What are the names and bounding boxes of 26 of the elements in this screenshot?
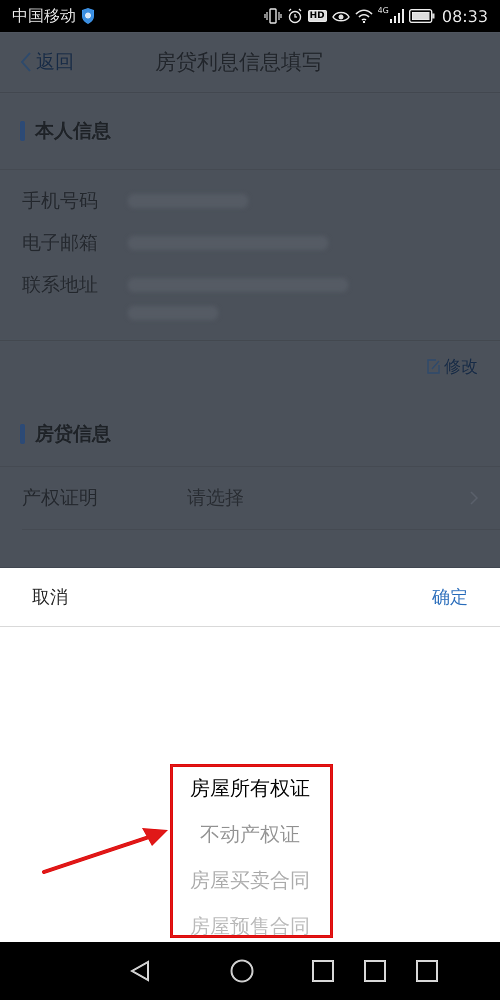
wifi-icon: [354, 9, 373, 23]
confirm-button[interactable]: 确定: [432, 581, 468, 613]
carrier-name: 中国移动: [12, 6, 76, 26]
signal-icon: [390, 9, 404, 23]
square-nav-icon[interactable]: [312, 960, 334, 982]
battery-icon: [408, 9, 435, 23]
back-nav-icon[interactable]: [130, 960, 150, 982]
chevron-left-icon: [20, 51, 32, 73]
edit-icon: [427, 359, 441, 374]
section-accent-bar: [20, 121, 25, 141]
network-type: 4G: [378, 6, 389, 15]
square-nav-icon[interactable]: [364, 960, 386, 982]
shield-icon: [81, 8, 95, 24]
home-nav-icon[interactable]: [230, 959, 254, 983]
hd-indicator: HD: [308, 10, 327, 22]
picker-option[interactable]: 房屋买卖合同: [190, 857, 310, 903]
clock-time: 08:33: [442, 6, 488, 26]
picker-option[interactable]: 房屋预售合同: [190, 903, 310, 942]
square-nav-icon[interactable]: [416, 960, 438, 982]
picker-option[interactable]: 房屋所有权证: [190, 765, 310, 811]
cancel-button[interactable]: 取消: [32, 581, 68, 613]
vibrate-icon: [264, 8, 282, 24]
alarm-icon: [286, 8, 303, 24]
eye-icon: [332, 9, 350, 23]
picker-option[interactable]: 不动产权证: [200, 811, 300, 857]
section-accent-bar: [20, 424, 25, 444]
